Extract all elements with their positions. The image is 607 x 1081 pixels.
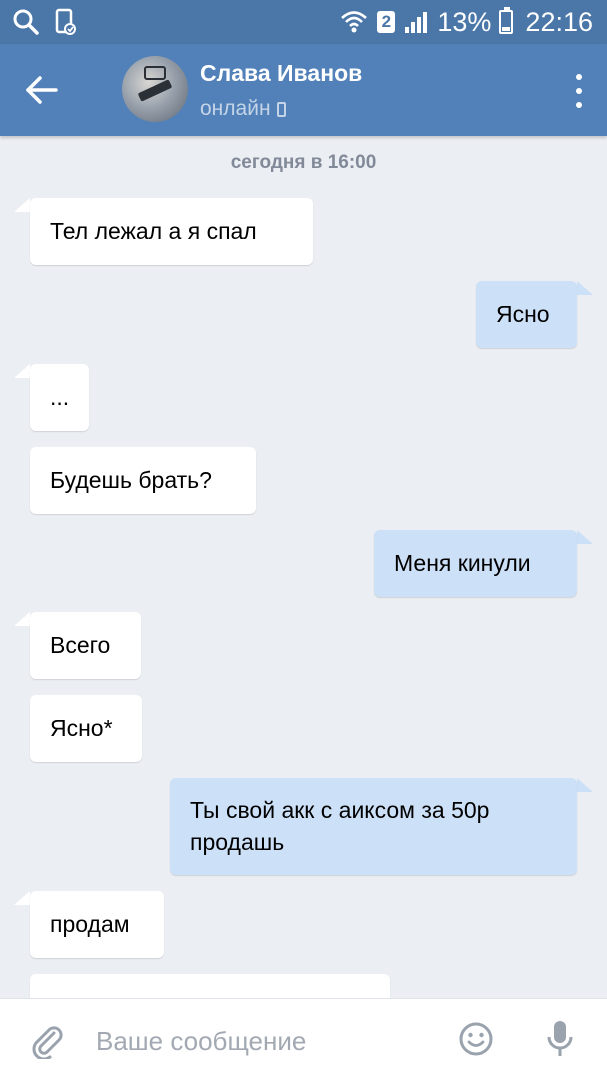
bubble-tail — [577, 778, 593, 792]
bubble-tail — [14, 891, 30, 905]
message-input[interactable] — [96, 1021, 426, 1061]
search-icon — [13, 9, 39, 35]
message-text: Всего — [50, 632, 111, 658]
avatar-gun-shape — [137, 79, 173, 102]
message-text: ... — [50, 384, 70, 410]
microphone-icon[interactable] — [546, 1019, 574, 1059]
bubble-tail — [14, 612, 30, 626]
avatar[interactable] — [122, 56, 188, 122]
message-text: Меня кинули — [394, 550, 531, 576]
message-incoming[interactable]: Ясно* — [30, 695, 142, 762]
message-text: продам — [50, 911, 130, 937]
signal-icon — [405, 12, 428, 33]
chat-header: Слава Иванов онлайн — [0, 44, 607, 136]
message-incoming[interactable]: продам — [30, 891, 164, 958]
online-status-text: онлайн — [200, 97, 271, 120]
date-separator: сегодня в 16:00 — [230, 152, 377, 173]
bubble-tail — [14, 198, 30, 212]
battery-icon — [499, 7, 514, 34]
message-outgoing[interactable]: Ясно — [476, 281, 577, 348]
message-text: Ясно* — [50, 715, 113, 741]
sim-slot-badge: 2 — [377, 11, 396, 33]
bubble-tail — [577, 530, 593, 544]
bubble-tail — [14, 364, 30, 378]
wifi-icon — [341, 11, 368, 33]
clock: 22:16 — [525, 6, 593, 37]
more-options-icon[interactable] — [573, 74, 585, 108]
emoji-icon[interactable] — [458, 1021, 494, 1057]
message-incoming[interactable]: Тел лежал а я спал — [30, 198, 313, 265]
message-composer — [0, 998, 607, 1081]
paperclip-icon[interactable] — [28, 1021, 66, 1059]
battery-percent: 13% — [437, 6, 492, 37]
bubble-tail — [577, 281, 593, 295]
message-text: Тел лежал а я спал — [50, 218, 257, 244]
mobile-icon — [276, 101, 286, 117]
message-incoming[interactable]: Всего — [30, 612, 141, 679]
message-outgoing[interactable]: Ты свой акк с аиксом за 50р продашь — [170, 778, 577, 875]
message-incoming[interactable]: Будешь брать? — [30, 447, 256, 514]
message-outgoing[interactable]: Меня кинули — [374, 530, 577, 597]
avatar-logo-shape — [144, 66, 166, 80]
message-text: Будешь брать? — [50, 467, 212, 493]
back-arrow-icon[interactable] — [18, 66, 66, 114]
status-bar: 2 13% 22:16 — [0, 0, 607, 44]
phone-storage-icon — [55, 8, 76, 35]
message-incoming[interactable]: ... — [30, 364, 89, 431]
contact-status: онлайн — [200, 97, 286, 121]
contact-name[interactable]: Слава Иванов — [200, 60, 362, 87]
message-text: Ясно — [496, 301, 550, 327]
message-text: Ты свой акк с аиксом за 50р продашь — [190, 797, 490, 855]
